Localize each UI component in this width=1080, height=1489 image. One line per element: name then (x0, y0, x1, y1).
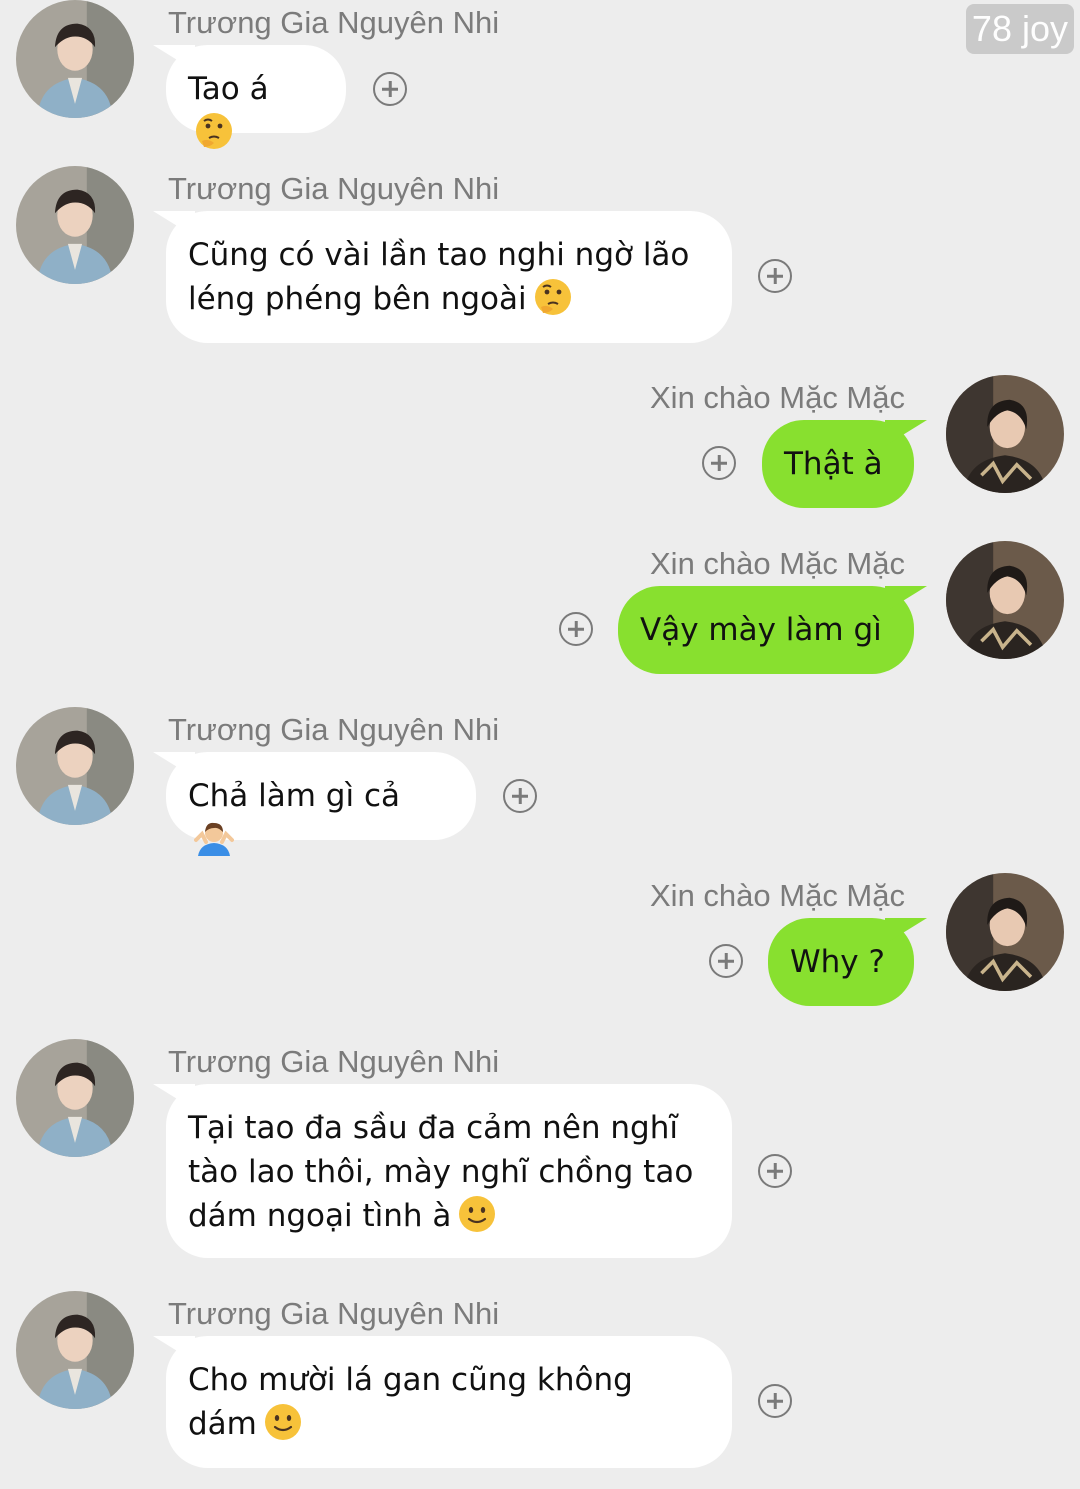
avatar-incoming[interactable] (16, 707, 134, 825)
message-text: Vậy mày làm gì (640, 612, 882, 648)
message-bubble-outgoing[interactable]: Why ? (768, 918, 914, 1006)
add-reaction-button[interactable] (559, 612, 593, 646)
add-reaction-button[interactable] (758, 259, 792, 293)
thinking-face-icon (533, 277, 573, 317)
watermark-badge: 78 joy (965, 4, 1074, 54)
message-text: tào lao thôi, mày nghĩ chồng tao (188, 1154, 694, 1190)
avatar-outgoing[interactable] (946, 541, 1064, 659)
add-reaction-button[interactable] (709, 944, 743, 978)
message-bubble-incoming[interactable]: Tao á (166, 45, 346, 149)
message-text: Why ? (790, 944, 885, 980)
thinking-face-icon (194, 111, 234, 151)
message-bubble-incoming[interactable]: Cũng có vài lần tao nghi ngờ lão léng ph… (166, 211, 732, 343)
message-bubble-outgoing[interactable]: Thật à (762, 420, 914, 508)
avatar-incoming[interactable] (16, 0, 134, 118)
slightly-smiling-face-icon (457, 1194, 497, 1234)
add-reaction-button[interactable] (503, 779, 537, 813)
message-text: Cũng có vài lần tao nghi ngờ lão (188, 237, 690, 273)
avatar-outgoing[interactable] (946, 375, 1064, 493)
sender-name: Trương Gia Nguyên Nhi (168, 1296, 500, 1331)
sender-name: Trương Gia Nguyên Nhi (168, 5, 500, 40)
message-text: Tại tao đa sầu đa cảm nên nghĩ (188, 1110, 678, 1146)
person-shrugging-icon (194, 818, 234, 858)
sender-name: Xin chào Mặc Mặc (650, 380, 905, 415)
message-text: dám (188, 1406, 257, 1442)
avatar-outgoing[interactable] (946, 873, 1064, 991)
avatar-incoming[interactable] (16, 1291, 134, 1409)
message-text: léng phéng bên ngoài (188, 281, 527, 317)
add-reaction-button[interactable] (758, 1384, 792, 1418)
sender-name: Trương Gia Nguyên Nhi (168, 1044, 500, 1079)
message-bubble-incoming[interactable]: Cho mười lá gan cũng không dám (166, 1336, 732, 1468)
add-reaction-button[interactable] (758, 1154, 792, 1188)
message-text: dám ngoại tình à (188, 1198, 452, 1234)
add-reaction-button[interactable] (702, 446, 736, 480)
message-text: Chả làm gì cả (188, 778, 400, 814)
avatar-incoming[interactable] (16, 166, 134, 284)
message-text: Tao á (188, 71, 269, 107)
message-bubble-incoming[interactable]: Tại tao đa sầu đa cảm nên nghĩ tào lao t… (166, 1084, 732, 1258)
sender-name: Xin chào Mặc Mặc (650, 546, 905, 581)
add-reaction-button[interactable] (373, 72, 407, 106)
message-text: Thật à (784, 446, 883, 482)
message-text: Cho mười lá gan cũng không (188, 1362, 633, 1398)
sender-name: Trương Gia Nguyên Nhi (168, 712, 500, 747)
message-bubble-incoming[interactable]: Chả làm gì cả (166, 752, 476, 856)
message-bubble-outgoing[interactable]: Vậy mày làm gì (618, 586, 914, 674)
sender-name: Xin chào Mặc Mặc (650, 878, 905, 913)
slightly-smiling-face-icon (263, 1402, 303, 1442)
avatar-incoming[interactable] (16, 1039, 134, 1157)
sender-name: Trương Gia Nguyên Nhi (168, 171, 500, 206)
